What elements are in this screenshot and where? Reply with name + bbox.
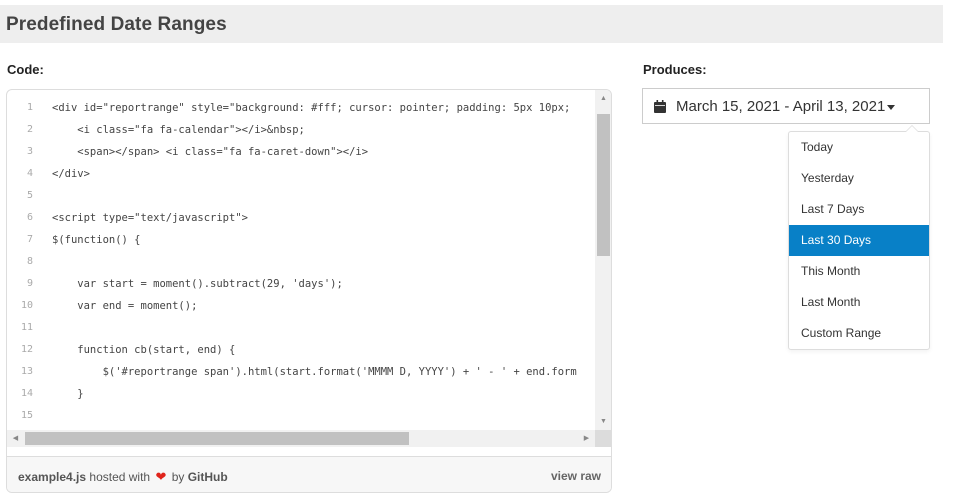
view-raw-link[interactable]: view raw [551, 469, 601, 483]
line-number: 10 [20, 300, 33, 311]
range-item-last-7-days[interactable]: Last 7 Days [789, 194, 929, 225]
gist-meta: example4.js hosted with ❤ by GitHub [18, 469, 228, 485]
ranges-dropdown: Today Yesterday Last 7 Days Last 30 Days Thi… [788, 125, 930, 350]
line-number: 13 [20, 366, 33, 377]
code-line: 11 [7, 317, 595, 339]
line-number: 6 [26, 212, 33, 223]
by-text: by [171, 470, 185, 484]
code-line: 5 [7, 185, 595, 207]
scroll-up-icon[interactable]: ▲ [595, 90, 611, 107]
code-text: <span></span> <i class="fa fa-caret-down… [52, 141, 368, 163]
code-line: 10 var end = moment(); [7, 295, 595, 317]
code-line: 15 [7, 405, 595, 427]
line-number: 5 [26, 190, 33, 201]
code-token: <script type="text/javascript"> [52, 212, 248, 224]
code-line: 1 <div id="reportrange" style="background… [7, 97, 595, 119]
line-number: 3 [26, 146, 33, 157]
code-line: 8 [7, 251, 595, 273]
code-token: } [52, 388, 84, 400]
caret-down-icon [887, 105, 895, 110]
range-item-last-30-days[interactable]: Last 30 Days [789, 225, 929, 256]
code-label: Code: [7, 62, 44, 77]
line-number: 14 [20, 388, 33, 399]
horizontal-scrollbar[interactable]: ◀ ▶ [7, 430, 595, 447]
page-title: Predefined Date Ranges [6, 14, 227, 35]
range-item-last-month[interactable]: Last Month [789, 287, 929, 318]
vertical-scroll-thumb[interactable] [597, 114, 610, 256]
code-text: } [52, 383, 84, 405]
code-text: <i class="fa fa-calendar"></i>&nbsp; [52, 119, 305, 141]
code-line: 3 <span></span> <i class="fa fa-caret-do… [7, 141, 595, 163]
vertical-scrollbar[interactable]: ▲ ▼ [595, 90, 611, 430]
code-area[interactable]: 1 <div id="reportrange" style="background… [7, 90, 595, 430]
scroll-right-icon[interactable]: ▶ [578, 430, 595, 447]
code-token: var end = moment(); [52, 300, 198, 312]
scroll-down-icon[interactable]: ▼ [595, 413, 611, 430]
line-number: 15 [20, 410, 33, 421]
code-token: <span></span> <i class="fa fa-caret-down… [52, 146, 369, 158]
scroll-left-icon[interactable]: ◀ [7, 430, 24, 447]
code-line: 13 $('#reportrange span').html(start.for… [7, 361, 595, 383]
line-number: 9 [26, 278, 33, 289]
line-number: 7 [26, 234, 33, 245]
heart-icon: ❤ [155, 469, 167, 484]
line-number: 4 [26, 168, 33, 179]
line-number: 11 [20, 322, 33, 333]
code-line: 12 function cb(start, end) { [7, 339, 595, 361]
gist-file-link[interactable]: example4.js [18, 470, 86, 484]
date-range-picker[interactable]: March 15, 2021 - April 13, 2021 [642, 88, 930, 124]
hosted-with-text: hosted with [89, 470, 151, 484]
line-number: 1 [26, 102, 33, 113]
code-token: $(function() { [52, 234, 141, 246]
code-text: $(function() { [52, 229, 141, 251]
code-token: $('#reportrange span').html(start.format… [52, 366, 577, 378]
horizontal-scroll-thumb[interactable] [25, 432, 409, 445]
line-number: 8 [26, 256, 33, 267]
code-line: 4 </div> [7, 163, 595, 185]
code-line: 2 <i class="fa fa-calendar"></i>&nbsp; [7, 119, 595, 141]
code-token: var start = moment().subtract(29, 'days'… [52, 278, 343, 290]
date-range-text: March 15, 2021 - April 13, 2021 [676, 98, 886, 115]
code-token: <div id="reportrange" style="background:… [52, 102, 571, 114]
code-gist: 1 <div id="reportrange" style="background… [6, 89, 612, 493]
code-token: <i class="fa fa-calendar"></i>&nbsp; [52, 124, 305, 136]
gist-footer: example4.js hosted with ❤ by GitHub view… [7, 456, 611, 492]
code-text: $('#reportrange span').html(start.format… [52, 361, 577, 383]
code-text: <script type="text/javascript"> [52, 207, 248, 229]
produces-label: Produces: [643, 62, 707, 77]
code-text: var start = moment().subtract(29, 'days'… [52, 273, 343, 295]
range-item-this-month[interactable]: This Month [789, 256, 929, 287]
line-number: 2 [26, 124, 33, 135]
code-line: 14 } [7, 383, 595, 405]
code-text: <div id="reportrange" style="background:… [52, 97, 570, 119]
line-number: 12 [20, 344, 33, 355]
range-item-yesterday[interactable]: Yesterday [789, 163, 929, 194]
range-item-today[interactable]: Today [789, 132, 929, 163]
code-line: 7 $(function() { [7, 229, 595, 251]
scrollbar-corner [595, 430, 611, 447]
range-item-custom-range[interactable]: Custom Range [789, 318, 929, 349]
code-line: 9 var start = moment().subtract(29, 'day… [7, 273, 595, 295]
code-token: function cb(start, end) { [52, 344, 236, 356]
code-line: 6 <script type="text/javascript"> [7, 207, 595, 229]
code-token: </div> [52, 168, 90, 180]
code-text: </div> [52, 163, 90, 185]
code-text: var end = moment(); [52, 295, 197, 317]
code-text: function cb(start, end) { [52, 339, 235, 361]
calendar-icon [654, 100, 666, 113]
github-link[interactable]: GitHub [188, 470, 228, 484]
